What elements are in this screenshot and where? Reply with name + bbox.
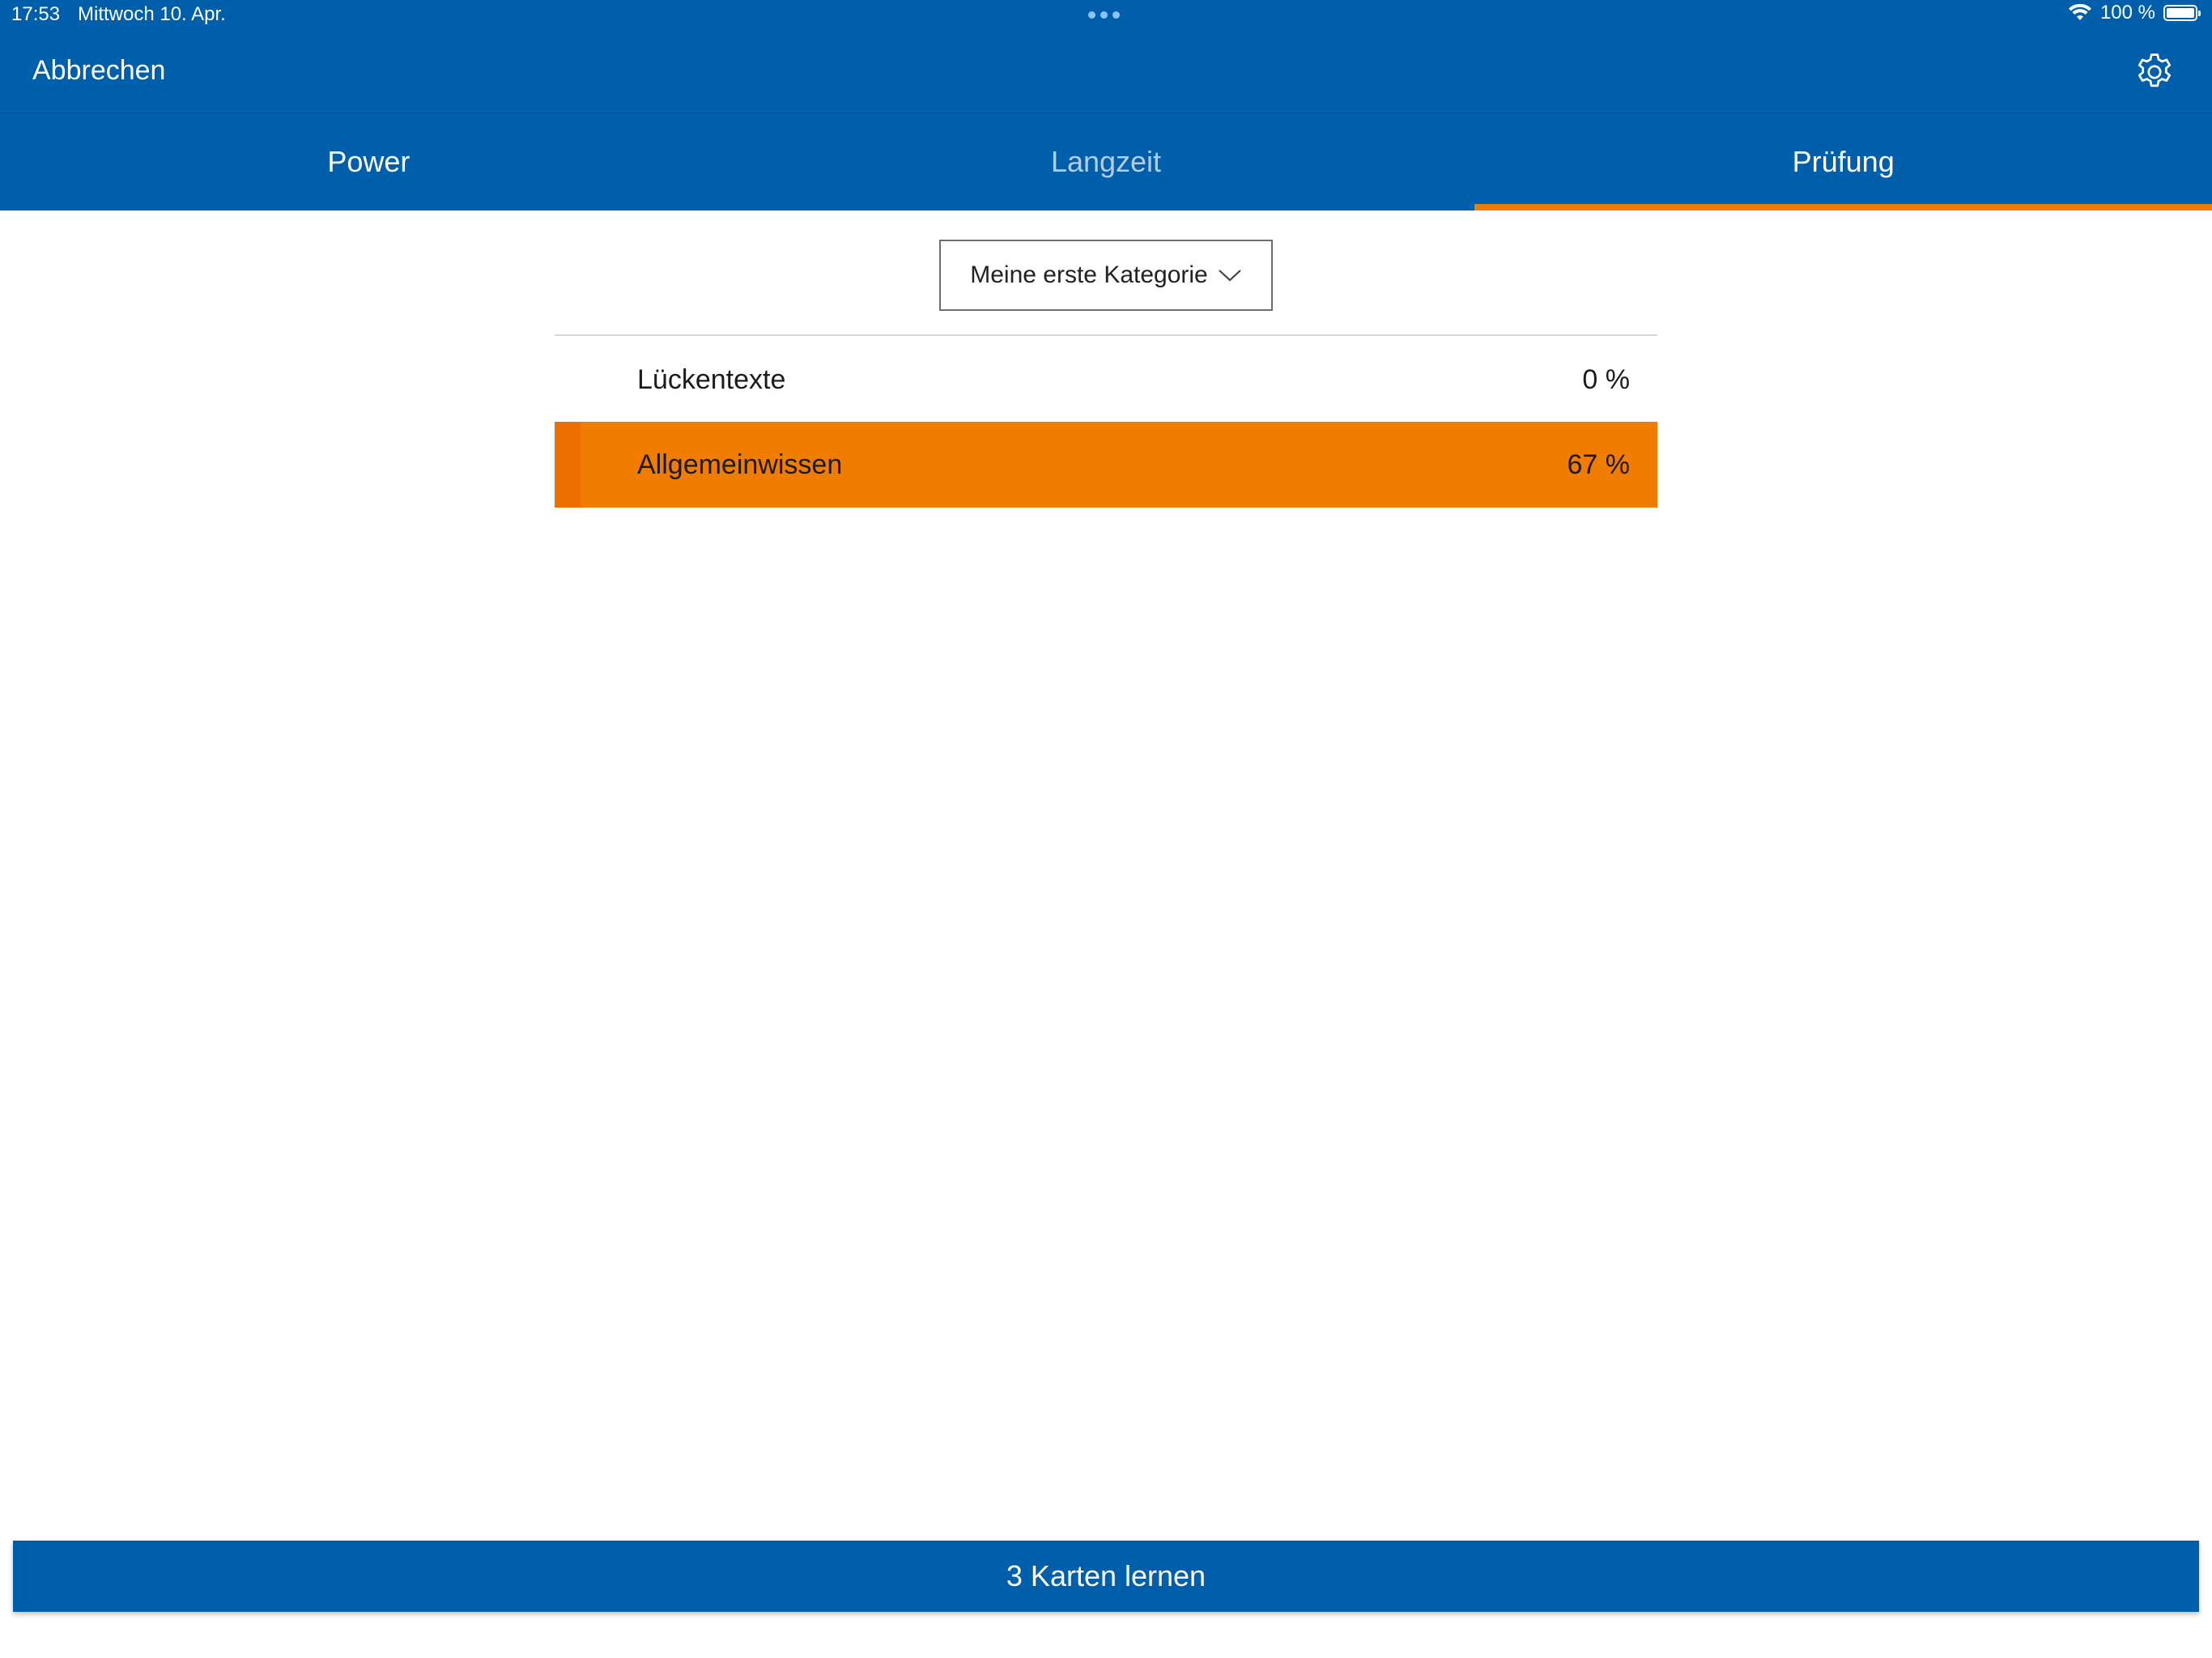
- nav-bar: Abbrechen: [0, 32, 2212, 113]
- wifi-icon: [2068, 4, 2091, 20]
- tab-pruefung[interactable]: Prüfung: [1474, 113, 2212, 210]
- chevron-down-icon: [1219, 270, 1241, 282]
- learn-cards-button[interactable]: 3 Karten lernen: [13, 1541, 2199, 1612]
- category-dropdown[interactable]: Meine erste Kategorie: [939, 240, 1273, 311]
- category-percent: 67 %: [1567, 449, 1631, 480]
- tab-power[interactable]: Power: [0, 113, 738, 210]
- list-divider: [555, 334, 1657, 336]
- active-tab-indicator: [1474, 204, 2212, 210]
- cancel-button[interactable]: Abbrechen: [32, 55, 165, 87]
- learn-cards-label: 3 Karten lernen: [1006, 1559, 1206, 1592]
- tab-label: Power: [327, 145, 410, 178]
- multitasking-dots-icon[interactable]: [1088, 11, 1120, 19]
- tab-label: Langzeit: [1050, 145, 1162, 178]
- list-item[interactable]: Lückentexte 0 %: [555, 337, 1657, 423]
- category-dropdown-value: Meine erste Kategorie: [970, 261, 1208, 288]
- category-percent: 0 %: [1582, 363, 1630, 395]
- list-item-selected[interactable]: Allgemeinwissen 67 %: [555, 422, 1657, 508]
- tab-bar: Power Langzeit Prüfung: [0, 113, 2212, 210]
- battery-icon: [2163, 5, 2201, 21]
- category-name: Lückentexte: [637, 363, 786, 395]
- gear-icon[interactable]: [2133, 50, 2176, 94]
- tab-label: Prüfung: [1792, 145, 1895, 178]
- status-date: Mittwoch 10. Apr.: [78, 3, 226, 25]
- status-right: 100 %: [2068, 2, 2201, 24]
- category-name: Allgemeinwissen: [637, 449, 843, 480]
- battery-percent: 100 %: [2099, 2, 2155, 23]
- tab-langzeit[interactable]: Langzeit: [738, 113, 1475, 210]
- status-bar: 17:53 Mittwoch 10. Apr. 100 %: [0, 0, 2212, 32]
- status-time: 17:53: [11, 3, 61, 25]
